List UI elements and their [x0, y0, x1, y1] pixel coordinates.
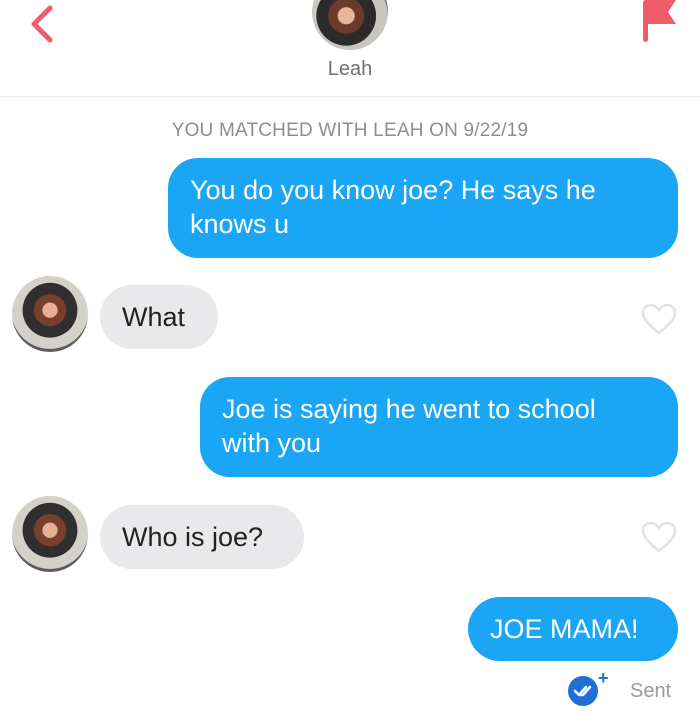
contact-name[interactable]: Leah: [0, 58, 700, 81]
heart-outline-icon: [641, 303, 677, 335]
heart-outline-icon: [641, 521, 677, 553]
message-bubble-received[interactable]: Who is joe?: [100, 505, 304, 569]
back-button[interactable]: [22, 2, 62, 46]
message-bubble-sent[interactable]: Joe is saying he went to school with you: [200, 377, 678, 477]
message-text-line: You do you know joe? He says he: [190, 175, 596, 205]
flag-icon: [643, 0, 676, 42]
header-avatar[interactable]: [312, 0, 388, 50]
chevron-left-icon: [31, 5, 53, 43]
message-text-line: Joe is saying he went to school: [222, 394, 596, 424]
message-text-line: JOE MAMA!: [490, 614, 639, 644]
message-text-line: knows u: [190, 209, 290, 239]
chat-header: Leah: [0, 0, 700, 97]
like-button[interactable]: [640, 520, 678, 554]
sent-label: Sent: [630, 680, 672, 702]
avatar[interactable]: [12, 496, 88, 572]
message-bubble-sent[interactable]: JOE MAMA!: [468, 597, 678, 661]
double-check-icon: [573, 685, 592, 697]
report-button[interactable]: [640, 0, 680, 46]
message-bubble-sent[interactable]: You do you know joe? He says he knows u: [168, 158, 678, 258]
message-bubble-received[interactable]: What: [100, 285, 218, 349]
message-text-line: Who is joe?: [122, 522, 264, 552]
match-banner: YOU MATCHED WITH LEAH ON 9/22/19: [171, 120, 529, 141]
status-badge: [568, 676, 598, 706]
avatar[interactable]: [12, 276, 88, 352]
message-text-line: with you: [222, 428, 322, 458]
plus-label: +: [598, 668, 609, 688]
like-button[interactable]: [640, 302, 678, 336]
message-text-line: What: [122, 302, 186, 332]
